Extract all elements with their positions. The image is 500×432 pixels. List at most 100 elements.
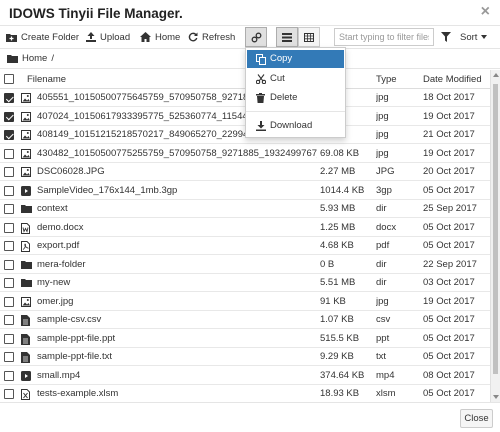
file-row[interactable]: tests-example.xlsm 18.93 KB xlsm 05 Oct 201… <box>0 385 490 402</box>
menu-item-copy[interactable]: Copy <box>247 50 344 68</box>
row-checkbox[interactable] <box>4 241 14 251</box>
file-type: jpg <box>376 92 389 103</box>
row-checkbox[interactable] <box>4 259 14 270</box>
row-checkbox[interactable] <box>4 130 14 140</box>
excel-icon <box>21 385 35 402</box>
file-name[interactable]: SampleVideo_176x144_1mb.3gp <box>37 182 317 200</box>
file-name[interactable]: my-new <box>37 274 317 292</box>
table-icon <box>304 32 314 42</box>
row-checkbox-cell[interactable] <box>4 330 18 348</box>
file-name[interactable]: mera-folder <box>37 256 317 274</box>
file-row[interactable]: my-new 5.51 MB dir 03 Oct 2017 <box>0 274 490 292</box>
row-checkbox[interactable] <box>4 333 14 344</box>
row-checkbox[interactable] <box>4 185 14 196</box>
row-checkbox-cell[interactable] <box>4 108 18 126</box>
row-checkbox-cell[interactable] <box>4 89 18 107</box>
file-row[interactable]: DSC06028.JPG 2.27 MB JPG 20 Oct 2017 <box>0 163 490 181</box>
row-checkbox[interactable] <box>4 278 14 288</box>
file-row[interactable]: 430482_10150500775255759_570950758_92718… <box>0 145 490 163</box>
file-row[interactable]: omer.jpg 91 KB jpg 19 Oct 2017 <box>0 293 490 311</box>
create-folder-button[interactable]: Create Folder <box>6 26 79 48</box>
row-checkbox-cell[interactable] <box>4 145 18 163</box>
file-date: 05 Oct 2017 <box>423 351 475 362</box>
file-type: dir <box>376 258 387 270</box>
file-size: 2.27 MB <box>320 166 356 177</box>
row-checkbox[interactable] <box>4 111 14 122</box>
scroll-down-icon[interactable] <box>493 395 499 399</box>
file-row[interactable]: export.pdf 4.68 KB pdf 05 Oct 2017 <box>0 237 490 255</box>
row-checkbox-cell[interactable] <box>4 367 18 385</box>
row-checkbox[interactable] <box>4 93 14 103</box>
row-checkbox-cell[interactable] <box>4 311 18 329</box>
row-checkbox[interactable] <box>4 352 14 362</box>
sort-button[interactable]: Sort <box>460 26 488 48</box>
menu-item-download[interactable]: Download <box>247 117 344 135</box>
row-checkbox-cell[interactable] <box>4 256 18 274</box>
home-button[interactable]: Home <box>140 26 180 48</box>
file-row[interactable]: SampleVideo_176x144_1mb.3gp 1014.4 KB 3gp 0… <box>0 182 490 200</box>
row-checkbox-cell[interactable] <box>4 182 18 200</box>
file-name[interactable]: export.pdf <box>37 237 317 255</box>
file-name[interactable]: context <box>37 200 317 218</box>
file-row[interactable]: sample-ppt-file.ppt 515.5 KB ppt 05 Oct 201… <box>0 330 490 348</box>
grid-view-button[interactable] <box>298 27 320 47</box>
menu-divider <box>246 111 345 112</box>
file-name[interactable]: demo.docx <box>37 219 317 237</box>
row-checkbox-cell[interactable] <box>4 237 18 255</box>
row-checkbox[interactable] <box>4 296 14 307</box>
file-name[interactable]: 430482_10150500775255759_570950758_92718… <box>37 145 317 163</box>
row-checkbox[interactable] <box>4 389 14 399</box>
row-checkbox-cell[interactable] <box>4 274 18 292</box>
select-all-checkbox[interactable] <box>4 74 14 84</box>
scroll-up-icon[interactable] <box>493 73 499 77</box>
row-checkbox-cell[interactable] <box>4 385 18 402</box>
list-view-button[interactable] <box>276 27 298 47</box>
menu-item-cut[interactable]: Cut <box>247 70 344 88</box>
file-row[interactable]: small.mp4 374.64 KB mp4 08 Oct 2017 <box>0 367 490 385</box>
file-row[interactable]: context 5.93 MB dir 25 Sep 2017 <box>0 200 490 218</box>
file-name[interactable]: small.mp4 <box>37 367 317 385</box>
file-row[interactable]: mera-folder 0 B dir 22 Sep 2017 <box>0 256 490 274</box>
row-checkbox-cell[interactable] <box>4 163 18 181</box>
actions-dropdown-button[interactable] <box>245 27 267 47</box>
menu-item-delete[interactable]: Delete <box>247 89 344 107</box>
vertical-scrollbar[interactable] <box>490 70 500 402</box>
row-checkbox[interactable] <box>4 204 14 214</box>
row-checkbox-cell[interactable] <box>4 219 18 237</box>
row-checkbox[interactable] <box>4 370 14 381</box>
file-name[interactable]: sample-ppt-file.txt <box>37 348 317 366</box>
create-folder-label: Create Folder <box>21 31 80 43</box>
column-type[interactable]: Type <box>376 70 421 89</box>
file-name[interactable]: sample-ppt-file.ppt <box>37 330 317 348</box>
file-name[interactable]: DSC06028.JPG <box>37 163 317 181</box>
file-name[interactable]: omer.jpg <box>37 293 317 311</box>
filter-icon-button[interactable] <box>441 26 451 48</box>
row-checkbox-cell[interactable] <box>4 126 18 144</box>
file-date: 18 Oct 2017 <box>423 92 475 103</box>
row-checkbox[interactable] <box>4 315 14 325</box>
image-icon <box>21 126 35 144</box>
scrollbar-thumb[interactable] <box>493 84 498 374</box>
file-row[interactable]: sample-ppt-file.txt 9.29 KB txt 05 Oct 2017 <box>0 348 490 366</box>
image-icon <box>21 108 35 126</box>
file-name[interactable]: sample-csv.csv <box>37 311 317 329</box>
breadcrumb-home[interactable]: Home <box>22 53 47 64</box>
close-button[interactable]: Close <box>460 409 493 428</box>
file-row[interactable]: demo.docx 1.25 MB docx 05 Oct 2017 <box>0 219 490 237</box>
select-all-checkbox-cell[interactable] <box>4 70 18 89</box>
row-checkbox-cell[interactable] <box>4 293 18 311</box>
column-date-modified[interactable]: Date Modified <box>423 70 489 89</box>
row-checkbox[interactable] <box>4 167 14 177</box>
file-name[interactable]: tests-example.xlsm <box>37 385 317 402</box>
row-checkbox[interactable] <box>4 222 14 233</box>
refresh-button[interactable]: Refresh <box>188 26 235 48</box>
file-row[interactable]: sample-csv.csv 1.07 KB csv 05 Oct 2017 <box>0 311 490 329</box>
file-date: 05 Oct 2017 <box>423 332 475 344</box>
row-checkbox[interactable] <box>4 148 14 159</box>
row-checkbox-cell[interactable] <box>4 200 18 218</box>
filter-input[interactable] <box>334 28 434 46</box>
close-icon[interactable]: × <box>481 4 490 20</box>
row-checkbox-cell[interactable] <box>4 348 18 366</box>
file-type: mp4 <box>376 369 395 381</box>
upload-button[interactable]: Upload <box>86 26 130 48</box>
